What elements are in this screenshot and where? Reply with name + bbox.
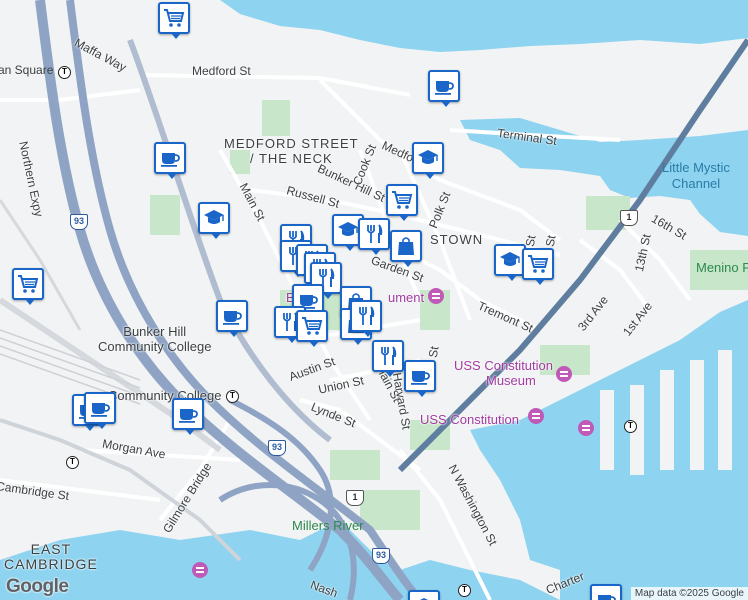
museum-icon[interactable] bbox=[528, 408, 544, 424]
transit-icon[interactable]: T bbox=[624, 420, 637, 433]
interstate-93-shield: 93 bbox=[268, 440, 286, 456]
place-marker-cart[interactable] bbox=[12, 268, 44, 305]
place-marker-coffee[interactable] bbox=[84, 392, 116, 429]
place-marker-coffee[interactable] bbox=[172, 398, 204, 435]
poi-label-uss-constitution[interactable]: USS Constitution bbox=[420, 412, 519, 427]
water-label-millers-river: Millers River bbox=[292, 518, 364, 533]
place-marker-coffee[interactable] bbox=[404, 360, 436, 397]
map-attribution[interactable]: Map data ©2025 Google bbox=[630, 587, 748, 600]
place-marker-school[interactable] bbox=[412, 142, 444, 179]
place-marker-coffee[interactable] bbox=[428, 70, 460, 107]
neighborhood-label-east-cambridge: EAST CAMBRIDGE bbox=[4, 541, 98, 572]
place-marker-bag[interactable] bbox=[390, 230, 422, 267]
neighborhood-label-medford-street: MEDFORD STREET / THE NECK bbox=[224, 136, 359, 166]
transit-icon[interactable]: T bbox=[58, 66, 71, 79]
water-label-little-mystic: Little Mystic Channel bbox=[662, 160, 730, 191]
interstate-93-shield: 93 bbox=[372, 548, 390, 564]
museum-icon[interactable] bbox=[192, 562, 208, 578]
us-route-1-shield: 1 bbox=[346, 490, 364, 506]
place-marker-school[interactable] bbox=[408, 590, 440, 600]
place-marker-cart[interactable] bbox=[522, 248, 554, 285]
place-marker-cart[interactable] bbox=[296, 310, 328, 347]
street-label-medford-st-west: Medford St bbox=[192, 64, 251, 78]
museum-icon[interactable] bbox=[556, 366, 572, 382]
mystic-river-water bbox=[220, 0, 748, 52]
poi-label-union-square: an Square bbox=[0, 63, 54, 77]
transit-icon[interactable]: T bbox=[226, 390, 239, 403]
transit-icon[interactable]: T bbox=[458, 584, 471, 597]
street-label-st-b: St bbox=[542, 234, 559, 248]
place-marker-food[interactable] bbox=[350, 300, 382, 337]
poi-label-bunker-hill-college: Bunker Hill Community College bbox=[98, 324, 212, 354]
poi-label-menino-park: Menino P bbox=[696, 260, 748, 275]
place-marker-coffee[interactable] bbox=[590, 584, 622, 600]
place-marker-coffee[interactable] bbox=[154, 142, 186, 179]
monument-icon[interactable] bbox=[428, 288, 444, 304]
place-marker-food[interactable] bbox=[358, 218, 390, 255]
place-marker-food[interactable] bbox=[372, 340, 404, 377]
poi-label-uss-museum[interactable]: USS Constitution Museum bbox=[454, 358, 553, 388]
neighborhood-label-charlestown: STOWN bbox=[430, 232, 484, 247]
place-marker-school[interactable] bbox=[198, 202, 230, 239]
museum-icon[interactable] bbox=[578, 420, 594, 436]
interstate-93-shield: 93 bbox=[70, 214, 88, 230]
map-canvas[interactable]: Maffa Way Medford St Northern Expy Termi… bbox=[0, 0, 748, 600]
poi-label-monument: ument bbox=[388, 290, 425, 305]
us-route-1-shield: 1 bbox=[620, 210, 638, 226]
poi-label-community-college-station: Community College bbox=[108, 388, 222, 403]
google-logo: Google bbox=[6, 576, 69, 597]
place-marker-cart[interactable] bbox=[158, 2, 190, 39]
place-marker-coffee[interactable] bbox=[216, 300, 248, 337]
place-marker-cart[interactable] bbox=[386, 184, 418, 221]
transit-icon[interactable]: T bbox=[66, 456, 79, 469]
street-label-st-c: St bbox=[425, 345, 442, 359]
